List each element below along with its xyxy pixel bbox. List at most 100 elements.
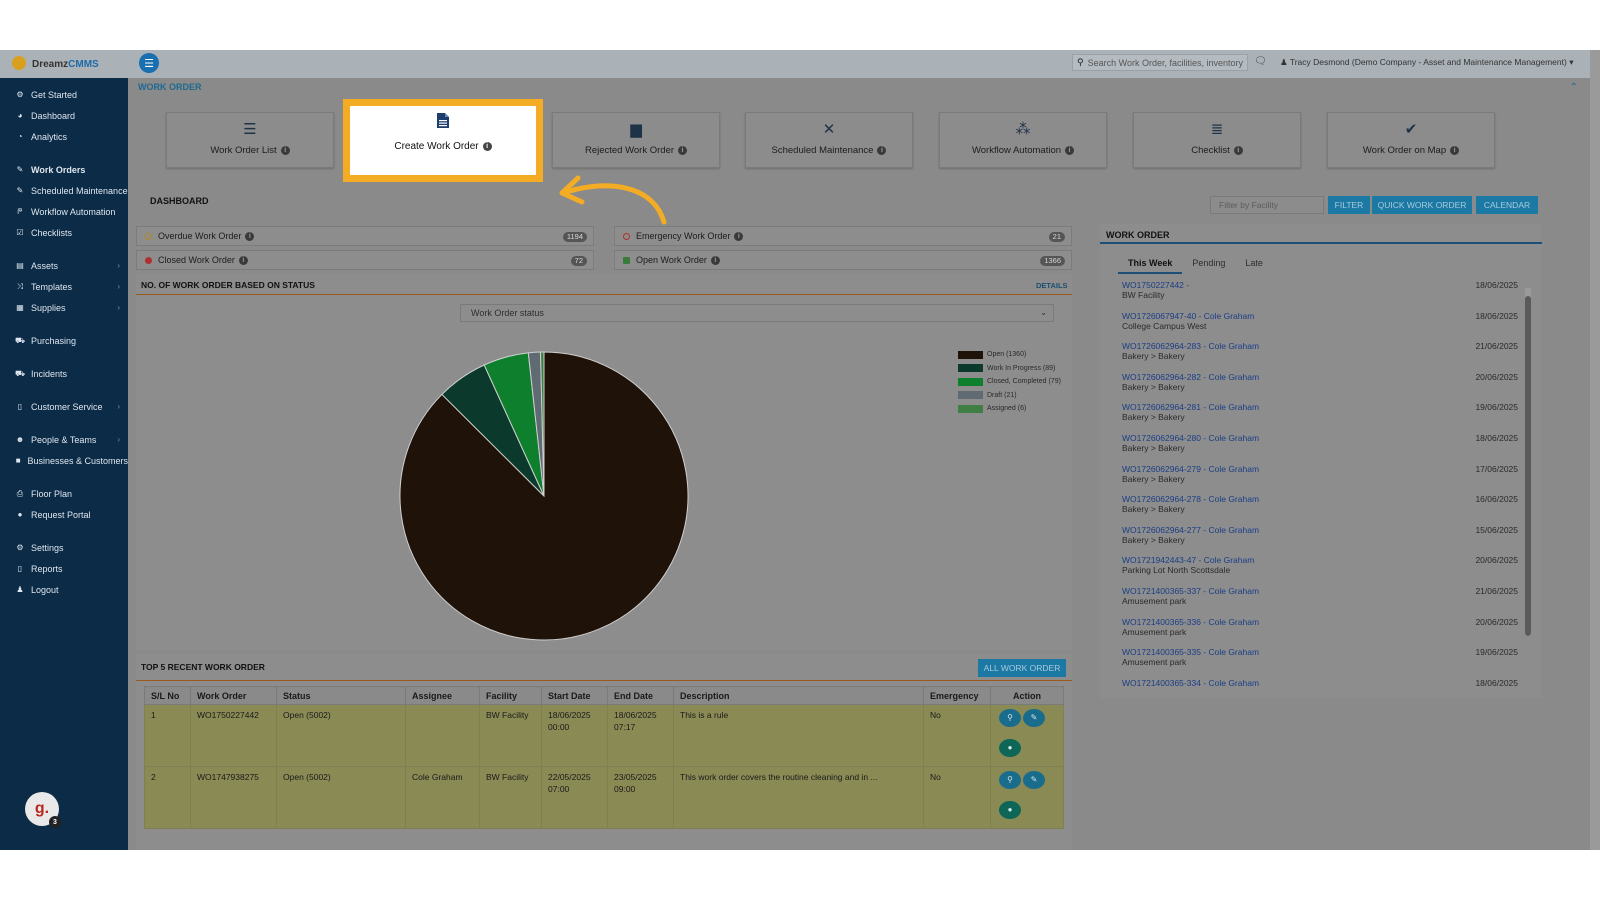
- legend-item[interactable]: Open (1360): [958, 348, 1061, 362]
- page-scrollbar[interactable]: [1590, 50, 1600, 850]
- table-row[interactable]: 2 WO1747938275 Open (5002) Cole Graham B…: [144, 766, 1064, 829]
- sidebar-item-analytics[interactable]: ◔ Analytics: [0, 126, 128, 147]
- stat-emergency[interactable]: Emergency Work Order i 21: [614, 226, 1072, 246]
- sidebar-item-templates[interactable]: ⤨ Templates ›: [0, 276, 128, 297]
- sidebar-item-floor-plan[interactable]: ⎙ Floor Plan: [0, 483, 128, 504]
- work-order-link[interactable]: WO1721400365-335 - Cole Graham: [1122, 647, 1522, 657]
- sidebar-item-checklists[interactable]: ☑ Checklists: [0, 222, 128, 243]
- sidebar-item-request-portal[interactable]: ● Request Portal: [0, 504, 128, 525]
- legend-item[interactable]: Closed, Completed (79): [958, 375, 1061, 389]
- list-item[interactable]: WO1721942443-47 - Cole Graham Parking Lot…: [1122, 555, 1522, 586]
- info-icon[interactable]: i: [1233, 145, 1243, 155]
- work-order-link[interactable]: WO1721942443-47 - Cole Graham: [1122, 555, 1522, 565]
- search-field[interactable]: ⚲ Search Work Order, facilities, invento…: [1072, 54, 1248, 71]
- work-order-link[interactable]: WO1726062964-279 - Cole Graham: [1122, 464, 1522, 474]
- work-order-link[interactable]: WO1726062964-278 - Cole Graham: [1122, 494, 1522, 504]
- list-item[interactable]: WO1726062964-283 - Cole Graham Bakery > B…: [1122, 341, 1522, 372]
- quick-work-order-button[interactable]: QUICK WORK ORDER: [1372, 196, 1472, 214]
- sidebar-item-get-started[interactable]: ⚙ Get Started: [0, 84, 128, 105]
- info-icon[interactable]: i: [280, 145, 290, 155]
- sidebar-item-incidents[interactable]: ⛟ Incidents: [0, 363, 128, 384]
- view-search-icon[interactable]: ⚲: [999, 771, 1021, 789]
- info-icon[interactable]: i: [877, 145, 887, 155]
- scrollbar-thumb[interactable]: [1525, 296, 1531, 636]
- hamburger-menu-button[interactable]: ☰: [139, 53, 159, 73]
- list-item[interactable]: WO1721400365-336 - Cole Graham Amusement …: [1122, 617, 1522, 648]
- info-icon[interactable]: i: [1450, 145, 1460, 155]
- sidebar-item-supplies[interactable]: ▦ Supplies ›: [0, 297, 128, 318]
- sidebar-item-settings[interactable]: ⚙ Settings: [0, 537, 128, 558]
- info-icon[interactable]: i: [238, 255, 248, 265]
- edit-pencil-icon[interactable]: ✎: [1023, 709, 1045, 727]
- sidebar-item-assets[interactable]: ▤ Assets ›: [0, 255, 128, 276]
- filter-facility-input[interactable]: Filter by Facility: [1210, 196, 1324, 214]
- work-order-link[interactable]: WO1721400365-336 - Cole Graham: [1122, 617, 1522, 627]
- list-item[interactable]: WO1726062964-277 - Cole Graham Bakery > B…: [1122, 525, 1522, 556]
- info-icon[interactable]: i: [1065, 145, 1075, 155]
- all-work-order-button[interactable]: ALL WORK ORDER: [978, 659, 1066, 677]
- info-icon[interactable]: i: [245, 231, 255, 241]
- card-scheduled-maintenance[interactable]: ✕ Scheduled Maintenance i: [745, 112, 913, 168]
- stat-open[interactable]: Open Work Order i 1366: [614, 250, 1072, 270]
- edit-pencil-icon[interactable]: ✎: [1023, 771, 1045, 789]
- sidebar-item-work-orders[interactable]: ✎ Work Orders: [0, 159, 128, 180]
- list-item[interactable]: WO1726062964-281 - Cole Graham Bakery > B…: [1122, 402, 1522, 433]
- user-menu[interactable]: ♟ Tracy Desmond (Demo Company - Asset an…: [1280, 57, 1573, 68]
- card-checklist[interactable]: ≣ Checklist i: [1133, 112, 1301, 168]
- info-icon[interactable]: i: [734, 231, 744, 241]
- comment-icon[interactable]: ●: [999, 801, 1021, 819]
- sidebar-item-dashboard[interactable]: ◕ Dashboard: [0, 105, 128, 126]
- info-icon[interactable]: i: [678, 145, 688, 155]
- tab-this-week[interactable]: This Week: [1118, 258, 1183, 274]
- sidebar-item-reports[interactable]: ▯ Reports: [0, 558, 128, 579]
- collapse-icon[interactable]: ⌃: [1570, 82, 1578, 93]
- calendar-button[interactable]: CALENDAR: [1476, 196, 1538, 214]
- legend-item[interactable]: Work In Progress (89): [958, 362, 1061, 376]
- work-order-link[interactable]: WO1721400365-334 - Cole Graham: [1122, 678, 1522, 688]
- work-order-link[interactable]: WO1726062964-281 - Cole Graham: [1122, 402, 1522, 412]
- info-icon[interactable]: i: [710, 255, 720, 265]
- card-work-order-list[interactable]: ☰ Work Order List i: [166, 112, 334, 168]
- work-order-link[interactable]: WO1726062964-283 - Cole Graham: [1122, 341, 1522, 351]
- work-order-link[interactable]: WO1726062964-282 - Cole Graham: [1122, 372, 1522, 382]
- sidebar-item-logout[interactable]: ♟ Logout: [0, 579, 128, 600]
- work-order-link[interactable]: WO1726062964-277 - Cole Graham: [1122, 525, 1522, 535]
- view-search-icon[interactable]: ⚲: [999, 709, 1021, 727]
- list-item[interactable]: WO1726067947-40 - Cole Graham College Cam…: [1122, 311, 1522, 342]
- sidebar-item-scheduled-maintenance[interactable]: ✎ Scheduled Maintenance: [0, 180, 128, 201]
- card-create-work-order[interactable]: Create Work Order i: [350, 106, 536, 175]
- logo[interactable]: Dreamz CMMS: [0, 50, 128, 78]
- filter-button[interactable]: FILTER: [1328, 196, 1370, 214]
- list-item[interactable]: WO1726062964-282 - Cole Graham Bakery > B…: [1122, 372, 1522, 403]
- list-item[interactable]: WO1726062964-280 - Cole Graham Bakery > B…: [1122, 433, 1522, 464]
- sidebar-item-workflow-automation[interactable]: ᖘ Workflow Automation: [0, 201, 128, 222]
- work-order-link[interactable]: WO1726067947-40 - Cole Graham: [1122, 311, 1522, 321]
- list-item[interactable]: WO1721400365-334 - Cole Graham 18/06/2025: [1122, 678, 1522, 709]
- comment-icon[interactable]: ●: [999, 739, 1021, 757]
- list-item[interactable]: WO1726062964-278 - Cole Graham Bakery > B…: [1122, 494, 1522, 525]
- work-order-link[interactable]: WO1750227442 -: [1122, 280, 1522, 290]
- card-workflow-automation[interactable]: ⁂ Workflow Automation i: [939, 112, 1107, 168]
- card-create-work-order-highlight[interactable]: Create Work Order i: [343, 99, 543, 182]
- search-input[interactable]: Search Work Order, facilities, inventory: [1088, 58, 1243, 68]
- work-order-link[interactable]: WO1726062964-280 - Cole Graham: [1122, 433, 1522, 443]
- sidebar-item-purchasing[interactable]: ⛟ Purchasing: [0, 330, 128, 351]
- help-avatar[interactable]: g. 3: [25, 792, 61, 828]
- stat-closed[interactable]: Closed Work Order i 72: [136, 250, 594, 270]
- status-select[interactable]: Work Order status ⌄: [460, 304, 1054, 322]
- details-link[interactable]: DETAILS: [1036, 281, 1068, 290]
- chat-icon[interactable]: 🗨: [1254, 56, 1267, 67]
- legend-item[interactable]: Assigned (6): [958, 402, 1061, 416]
- info-icon[interactable]: i: [482, 141, 492, 151]
- legend-item[interactable]: Draft (21): [958, 389, 1061, 403]
- list-item[interactable]: WO1750227442 - BW Facility 18/06/2025: [1122, 280, 1522, 311]
- work-order-link[interactable]: WO1721400365-337 - Cole Graham: [1122, 586, 1522, 596]
- sidebar-item-customer-service[interactable]: ▯ Customer Service ›: [0, 396, 128, 417]
- list-item[interactable]: WO1726062964-279 - Cole Graham Bakery > B…: [1122, 464, 1522, 495]
- list-item[interactable]: WO1721400365-335 - Cole Graham Amusement …: [1122, 647, 1522, 678]
- list-item[interactable]: WO1721400365-337 - Cole Graham Amusement …: [1122, 586, 1522, 617]
- tab-late[interactable]: Late: [1235, 258, 1273, 274]
- card-work-order-on-map[interactable]: ✔ Work Order on Map i: [1327, 112, 1495, 168]
- tab-pending[interactable]: Pending: [1182, 258, 1235, 274]
- sidebar-item-businesses-customers[interactable]: ■ Businesses & Customers: [0, 450, 128, 471]
